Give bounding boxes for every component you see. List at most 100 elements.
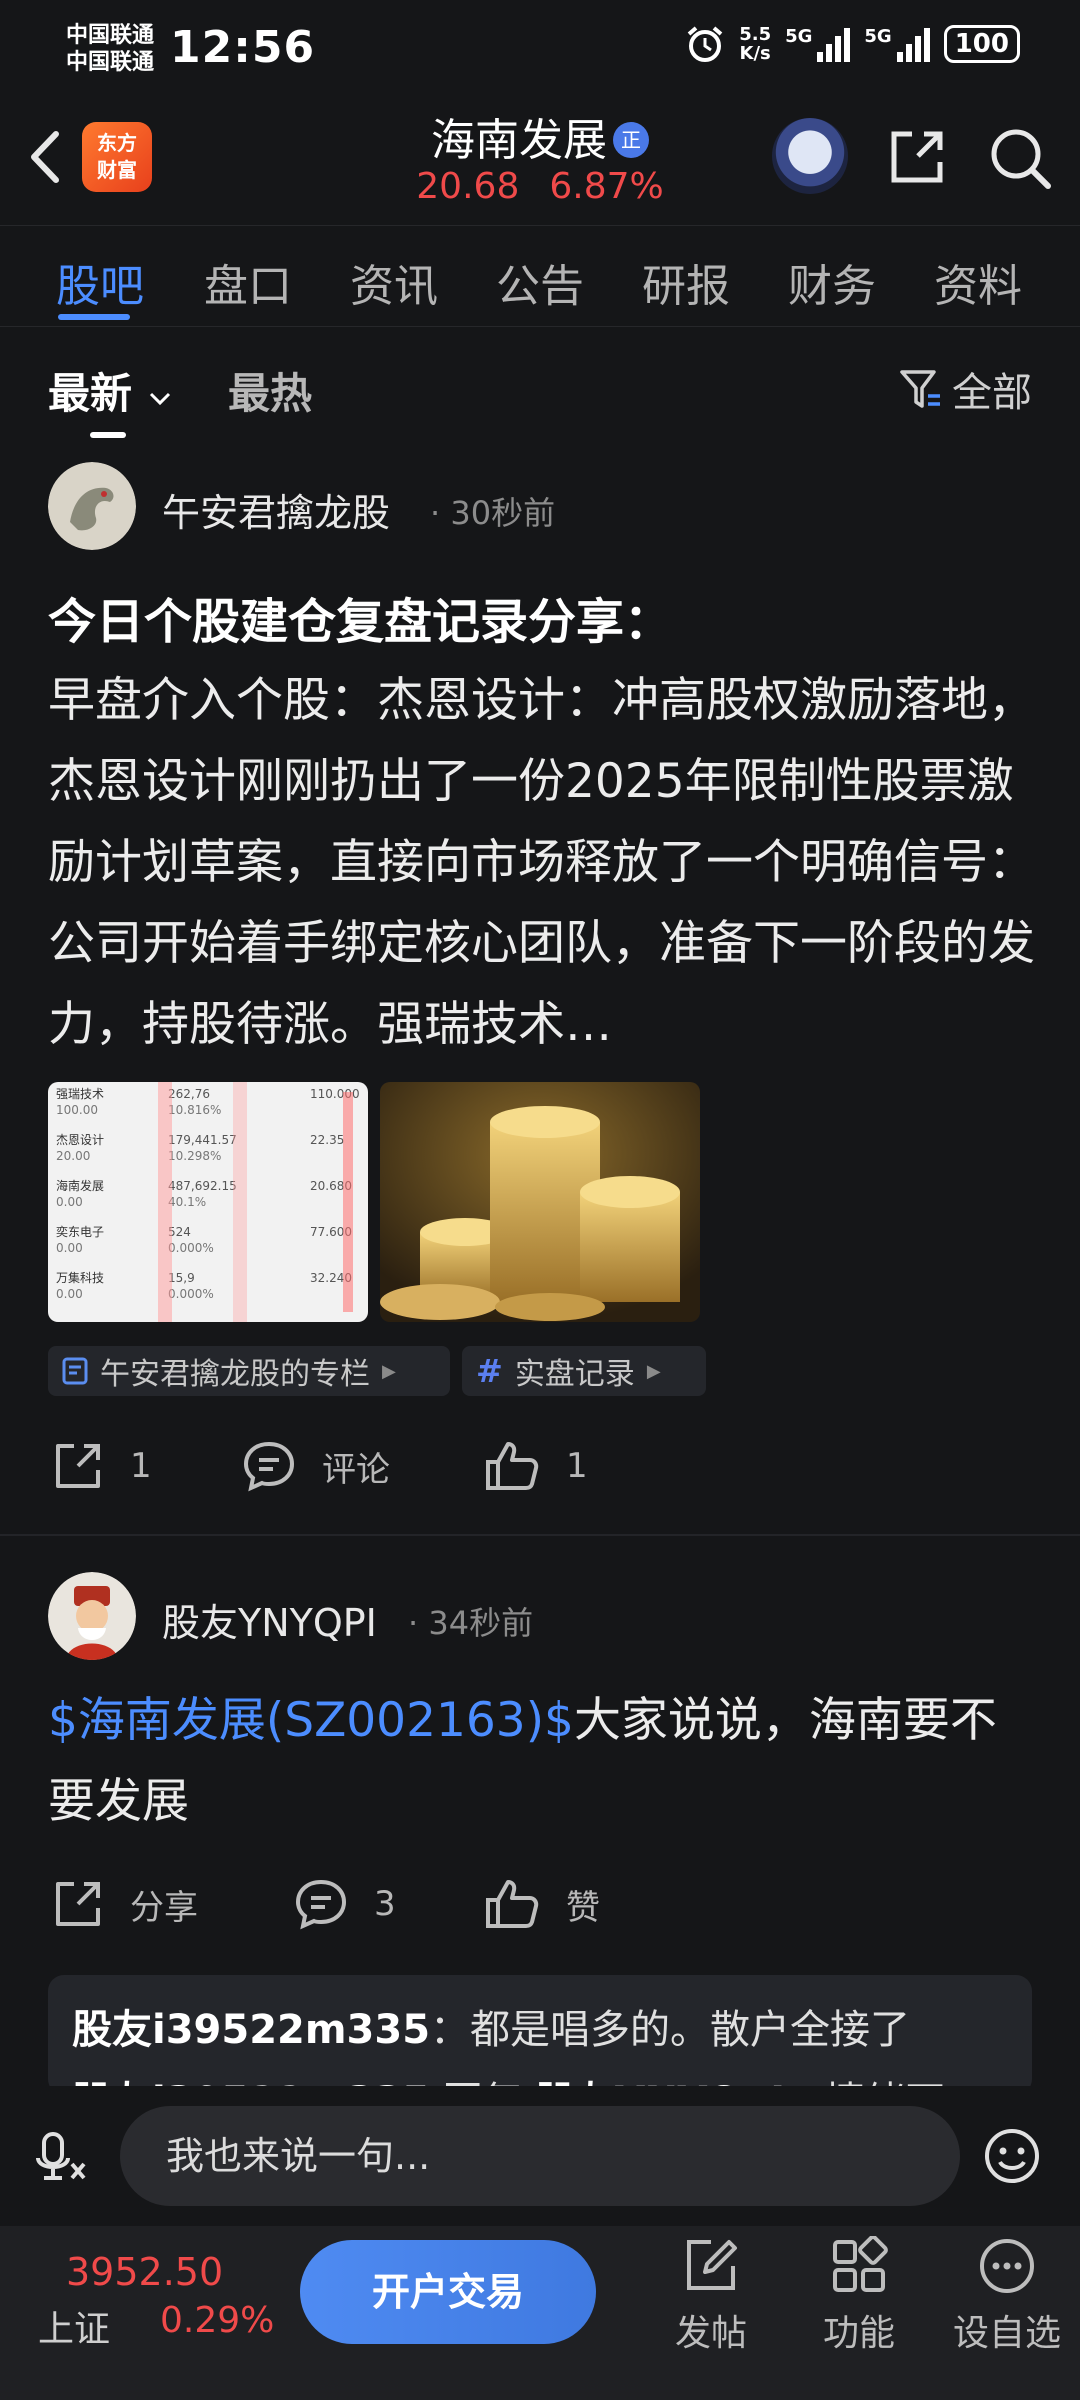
status-icons: 5.5 K/s 5G 5G 100 xyxy=(685,24,1020,64)
tab-research[interactable]: 研报 xyxy=(642,250,730,314)
thumb-cell: 487,692.15 xyxy=(168,1179,237,1193)
net-speed: 5.5 K/s xyxy=(739,24,772,64)
battery-icon: 100 xyxy=(943,25,1020,63)
tab-announcements[interactable]: 公告 xyxy=(496,250,584,314)
nav-post[interactable]: 发帖 xyxy=(646,2236,776,2356)
thumb-cell: 179,441.57 xyxy=(168,1133,237,1147)
bottom-nav: 3952.50 上证 0.29% 开户交易 发帖 功能 设自选 xyxy=(0,2226,1080,2400)
filter-button[interactable]: 全部 xyxy=(898,360,1032,418)
share-icon xyxy=(56,1444,100,1488)
stock-price: 20.68 xyxy=(416,166,520,207)
reply-author[interactable]: 股友i39522m335 xyxy=(72,2007,430,2053)
sort-latest[interactable]: 最新 xyxy=(48,360,173,421)
thumb-cell: 0.000% xyxy=(168,1241,214,1255)
post-image-table[interactable]: 强瑞技术 262,76 110.000 100.00 10.816% 杰恩设计 179,44… xyxy=(48,1082,368,1322)
comment-icon xyxy=(243,1441,295,1492)
nav-functions[interactable]: 功能 xyxy=(794,2236,924,2356)
index-value: 3952.50 xyxy=(66,2250,224,2294)
chevron-down-icon xyxy=(149,392,170,406)
thumb-cell: 22.35 xyxy=(310,1133,344,1147)
stock-change: 6.87% xyxy=(549,166,664,207)
thumb-cell: 0.00 xyxy=(56,1195,83,1209)
nav-add-watchlist[interactable]: 设自选 xyxy=(942,2236,1072,2356)
section-tabs: 股吧 盘口 资讯 公告 研报 财务 资料 xyxy=(0,225,1080,327)
voice-icon[interactable] xyxy=(34,2130,90,2186)
more-icon xyxy=(980,2239,1034,2293)
thumb-cell: 奕东电子 xyxy=(56,1224,104,1239)
post-time: · 34秒前 xyxy=(408,1604,534,1642)
filter-icon xyxy=(900,370,940,408)
search-icon[interactable] xyxy=(988,126,1052,190)
avatar[interactable] xyxy=(48,1572,136,1660)
thumb-cell: 0.00 xyxy=(56,1241,83,1255)
signal-icon: 5G xyxy=(864,26,930,62)
thumb-cell: 杰恩设计 xyxy=(56,1133,104,1147)
share-action[interactable]: 分享 xyxy=(52,1878,198,1930)
sort-bar: 最新 最热 全部 xyxy=(0,330,1080,440)
share-action[interactable]: 1 xyxy=(52,1440,152,1492)
thumb-cell: 40.1% xyxy=(168,1195,206,1209)
thumb-cell: 10.298% xyxy=(168,1149,221,1163)
thumb-cell: 海南发展 xyxy=(56,1178,104,1193)
topic-tag[interactable]: # 实盘记录 ▶ xyxy=(462,1346,706,1396)
play-icon: ▶ xyxy=(382,1360,396,1382)
alarm-icon xyxy=(687,26,723,62)
stock-header: 东方 财富 海南发展正 20.68 6.87% xyxy=(0,100,1080,225)
index-name: 上证 xyxy=(38,2309,111,2350)
play-icon: ▶ xyxy=(646,1360,661,1382)
status-bar: 中国联通 中国联通 12:56 5.5 K/s 5G 5G 100 xyxy=(0,0,1080,100)
tab-finance[interactable]: 财务 xyxy=(788,250,876,314)
thumb-cell: 15,9 xyxy=(168,1271,195,1285)
hashtag-icon: # xyxy=(476,1352,503,1390)
like-action[interactable]: 1 xyxy=(484,1440,588,1492)
reply-preview[interactable]: 股友i39522m335：都是唱多的。散户全接了 股友i39522m335 回复… xyxy=(48,1975,1032,2095)
comment-action[interactable]: 评论 xyxy=(242,1440,390,1492)
post-image-coins[interactable] xyxy=(380,1082,700,1322)
emoji-icon[interactable] xyxy=(982,2126,1042,2186)
thumb-cell: 20.00 xyxy=(56,1149,90,1163)
edit-icon xyxy=(687,2240,737,2290)
post-title[interactable]: 今日个股建仓复盘记录分享： xyxy=(48,582,672,652)
thumb-cell: 0.00 xyxy=(56,1287,83,1301)
stock-link[interactable]: $海南发展(SZ002163)$ xyxy=(48,1693,574,1748)
comment-bar: 我也来说一句... xyxy=(0,2086,1080,2226)
thumb-cell: 0.000% xyxy=(168,1287,214,1301)
post-author[interactable]: 午安君擒龙股 xyxy=(162,482,390,537)
column-icon xyxy=(62,1357,88,1385)
avatar[interactable] xyxy=(48,462,136,550)
thumbs-up-icon xyxy=(486,1880,539,1928)
post-author[interactable]: 股友YNYQPI xyxy=(162,1592,377,1647)
comment-action[interactable]: 3 xyxy=(294,1878,396,1930)
column-tag[interactable]: 午安君擒龙股的专栏 ▶ xyxy=(48,1346,450,1396)
thumb-cell: 万集科技 xyxy=(56,1270,104,1285)
thumb-cell: 262,76 xyxy=(168,1087,210,1101)
thumb-cell: 10.816% xyxy=(168,1103,221,1117)
thumb-cell: 100.00 xyxy=(56,1103,98,1117)
post-time: · 30秒前 xyxy=(430,494,556,532)
thumbs-up-icon xyxy=(486,1442,539,1490)
reply-item[interactable]: 股友i39522m335：都是唱多的。散户全接了 xyxy=(72,1997,910,2055)
share-icon[interactable] xyxy=(886,126,948,188)
carrier-label: 中国联通 中国联通 xyxy=(66,23,155,75)
sort-indicator xyxy=(90,432,126,438)
comment-icon xyxy=(295,1879,347,1930)
tab-pankou[interactable]: 盘口 xyxy=(204,250,292,314)
grid-icon xyxy=(833,2236,888,2292)
verified-badge: 正 xyxy=(613,122,649,158)
tab-news[interactable]: 资讯 xyxy=(350,250,438,314)
like-action[interactable]: 赞 xyxy=(484,1878,600,1930)
tab-indicator xyxy=(58,314,130,320)
tab-profile[interactable]: 资料 xyxy=(934,250,1022,314)
tab-guba[interactable]: 股吧 xyxy=(56,250,144,314)
open-account-button[interactable]: 开户交易 xyxy=(300,2240,596,2344)
comment-input[interactable]: 我也来说一句... xyxy=(120,2106,960,2206)
ai-assistant-icon[interactable] xyxy=(772,118,848,194)
table-thumbnail: 强瑞技术 262,76 110.000100.00 10.816%杰恩设计 179,44… xyxy=(56,1082,360,1322)
sort-hot[interactable]: 最热 xyxy=(228,360,312,421)
post-body[interactable]: 早盘介入个股：杰恩设计：冲高股权激励落地，杰恩设计刚刚扔出了一份2025年限制性… xyxy=(48,660,1038,1062)
post-divider xyxy=(0,1534,1080,1536)
share-icon xyxy=(56,1882,100,1926)
clock: 12:56 xyxy=(170,22,316,73)
index-change: 0.29% xyxy=(160,2300,275,2341)
post-body[interactable]: $海南发展(SZ002163)$大家说说，海南要不要发展 xyxy=(48,1680,1038,1842)
